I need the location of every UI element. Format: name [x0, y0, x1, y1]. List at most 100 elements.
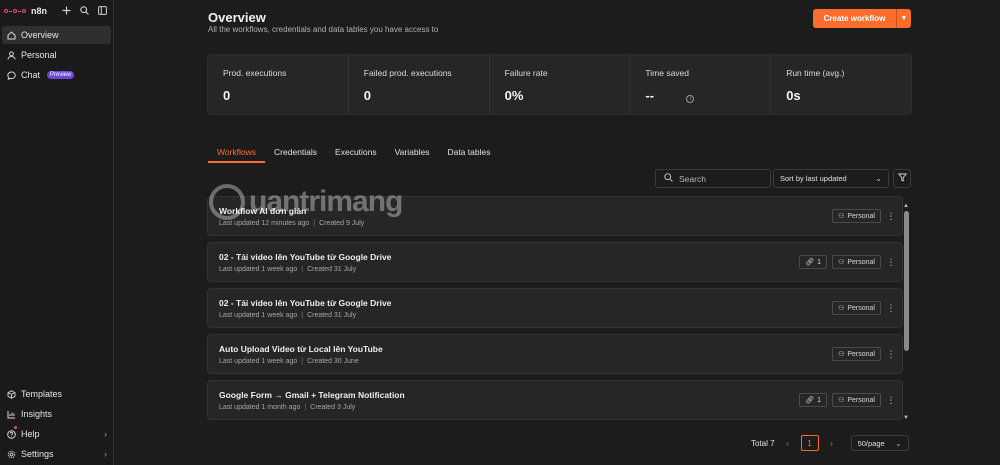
tab-credentials[interactable]: Credentials — [265, 145, 326, 163]
chevron-left-icon[interactable]: ‹ — [783, 439, 793, 448]
create-workflow-button[interactable]: Create workflow ▼ — [813, 9, 911, 28]
user-icon — [6, 50, 16, 60]
page-title: Overview — [208, 10, 266, 25]
gear-icon — [6, 449, 16, 459]
owner-badge[interactable]: ⚇ Personal — [832, 301, 881, 315]
shared-badge[interactable]: 🔗︎ 1 — [799, 255, 828, 269]
page-size-label: 50/page — [857, 438, 885, 448]
workflow-row[interactable]: Auto Upload Video từ Local lên YouTube L… — [207, 334, 903, 374]
workflow-name[interactable]: Auto Upload Video từ Local lên YouTube — [219, 344, 902, 354]
chevron-right-icon[interactable]: › — [827, 439, 837, 448]
sidebar-item-label: Insights — [21, 409, 53, 419]
stat-value: 0% — [504, 88, 524, 103]
tab-workflows[interactable]: Workflows — [208, 145, 266, 163]
search-input[interactable]: Search — [655, 169, 771, 188]
tab-variables[interactable]: Variables — [386, 145, 439, 163]
stat-time-saved[interactable]: Time saved -- i — [630, 55, 772, 114]
create-workflow-label[interactable]: Create workflow — [813, 9, 896, 28]
stat-label: Time saved — [645, 68, 690, 78]
workflow-row[interactable]: 02 - Tải video lên YouTube từ Google Dri… — [207, 242, 903, 282]
stat-value: -- — [645, 88, 655, 103]
page-size-select[interactable]: 50/page ⌄ — [850, 435, 909, 451]
stats-panel: Prod. executions 0 Failed prod. executio… — [207, 54, 912, 115]
owner-label: Personal — [847, 258, 875, 266]
sidebar-item-help[interactable]: Help › — [2, 425, 111, 443]
scroll-up-icon[interactable]: ▲ — [903, 203, 909, 209]
sidebar-item-templates[interactable]: Templates — [2, 385, 111, 403]
stat-failed-executions[interactable]: Failed prod. executions 0 — [349, 55, 490, 114]
more-options-icon[interactable]: ⋮ — [886, 303, 896, 314]
workflow-meta: Last updated 1 week ago | Created 30 June — [219, 358, 359, 365]
workflow-updated: Last updated 1 week ago — [219, 358, 298, 365]
stat-failure-rate[interactable]: Failure rate 0% — [490, 55, 631, 114]
sidebar-item-label: Overview — [21, 30, 59, 40]
link-icon: 🔗︎ — [805, 259, 815, 266]
workflow-name[interactable]: Workflow AI đơn giản — [219, 206, 902, 216]
scroll-down-icon[interactable]: ▼ — [903, 415, 909, 421]
more-options-icon[interactable]: ⋮ — [886, 257, 896, 268]
owner-label: Personal — [847, 396, 875, 404]
panel-toggle-icon[interactable] — [97, 3, 107, 17]
sidebar-item-personal[interactable]: Personal — [2, 46, 111, 64]
shared-count: 1 — [817, 258, 822, 266]
workflow-created: Created 31 July — [307, 266, 357, 273]
stat-prod-executions[interactable]: Prod. executions 0 — [208, 55, 349, 114]
chevron-down-icon[interactable]: ▼ — [896, 9, 911, 28]
tabs: Workflows Credentials Executions Variabl… — [208, 145, 499, 163]
owner-badge[interactable]: ⚇ Personal — [832, 209, 881, 223]
sidebar: n8n Overview Personal Chat Preview Templ… — [0, 0, 114, 465]
search-placeholder: Search — [679, 173, 706, 184]
tab-data-tables[interactable]: Data tables — [438, 145, 499, 163]
owner-label: Personal — [847, 212, 875, 220]
workflow-row[interactable]: 02 - Tải video lên YouTube từ Google Dri… — [207, 288, 903, 328]
more-options-icon[interactable]: ⋮ — [886, 395, 896, 406]
workflow-updated: Last updated 1 month ago — [219, 404, 301, 411]
shared-badge[interactable]: 🔗︎ 1 — [799, 393, 828, 407]
help-icon — [6, 429, 16, 439]
owner-badge[interactable]: ⚇ Personal — [832, 255, 881, 269]
total-count: Total 7 — [751, 438, 775, 448]
page-number[interactable]: 1 — [800, 435, 819, 451]
search-icon[interactable] — [79, 3, 89, 17]
scrollbar-thumb[interactable] — [904, 211, 909, 351]
stat-label: Run time (avg.) — [786, 68, 845, 78]
sidebar-bottom-nav: Templates Insights Help › Settings › — [2, 385, 111, 465]
tab-executions[interactable]: Executions — [326, 145, 386, 163]
workflow-name[interactable]: 02 - Tải video lên YouTube từ Google Dri… — [219, 298, 902, 308]
page-subtitle: All the workflows, credentials and data … — [208, 25, 439, 34]
n8n-logo[interactable]: n8n — [4, 6, 47, 16]
more-options-icon[interactable]: ⋮ — [886, 211, 896, 222]
sidebar-item-chat[interactable]: Chat Preview — [2, 66, 111, 84]
sidebar-item-label: Settings — [21, 449, 54, 459]
workflow-updated: Last updated 12 minutes ago — [219, 220, 310, 227]
sidebar-item-insights[interactable]: Insights — [2, 405, 111, 423]
sidebar-nav: Overview Personal Chat Preview — [0, 22, 113, 84]
sidebar-item-label: Help — [21, 429, 40, 439]
workflow-updated: Last updated 1 week ago — [219, 266, 298, 273]
sidebar-item-label: Personal — [21, 50, 57, 60]
user-icon: ⚇ — [838, 351, 845, 358]
home-icon — [6, 30, 16, 40]
filter-button[interactable] — [893, 169, 911, 188]
workflow-created: Created 9 July — [319, 220, 365, 227]
workflow-created: Created 3 July — [310, 404, 356, 411]
plus-icon[interactable] — [61, 3, 71, 17]
sort-label: Sort by last updated — [780, 174, 847, 183]
owner-badge[interactable]: ⚇ Personal — [832, 347, 881, 361]
sidebar-item-settings[interactable]: Settings › — [2, 445, 111, 463]
owner-badge[interactable]: ⚇ Personal — [832, 393, 881, 407]
workflow-row[interactable]: Workflow AI đơn giản Last updated 12 min… — [207, 196, 903, 236]
sort-select[interactable]: Sort by last updated ⌄ — [773, 169, 889, 188]
sidebar-item-overview[interactable]: Overview — [2, 26, 111, 44]
user-icon: ⚇ — [838, 397, 845, 404]
owner-label: Personal — [847, 304, 875, 312]
stat-value: 0 — [363, 88, 372, 103]
chevron-down-icon: ⌄ — [895, 438, 902, 448]
workflow-row[interactable]: Google Form → Gmail + Telegram Notificat… — [207, 380, 903, 420]
stat-run-time[interactable]: Run time (avg.) 0s — [771, 55, 911, 114]
sidebar-header: n8n — [0, 0, 113, 22]
list-scrollbar[interactable]: ▲ ▼ — [902, 203, 910, 421]
shared-count: 1 — [817, 396, 822, 404]
more-options-icon[interactable]: ⋮ — [886, 349, 896, 360]
box-icon — [6, 389, 16, 399]
